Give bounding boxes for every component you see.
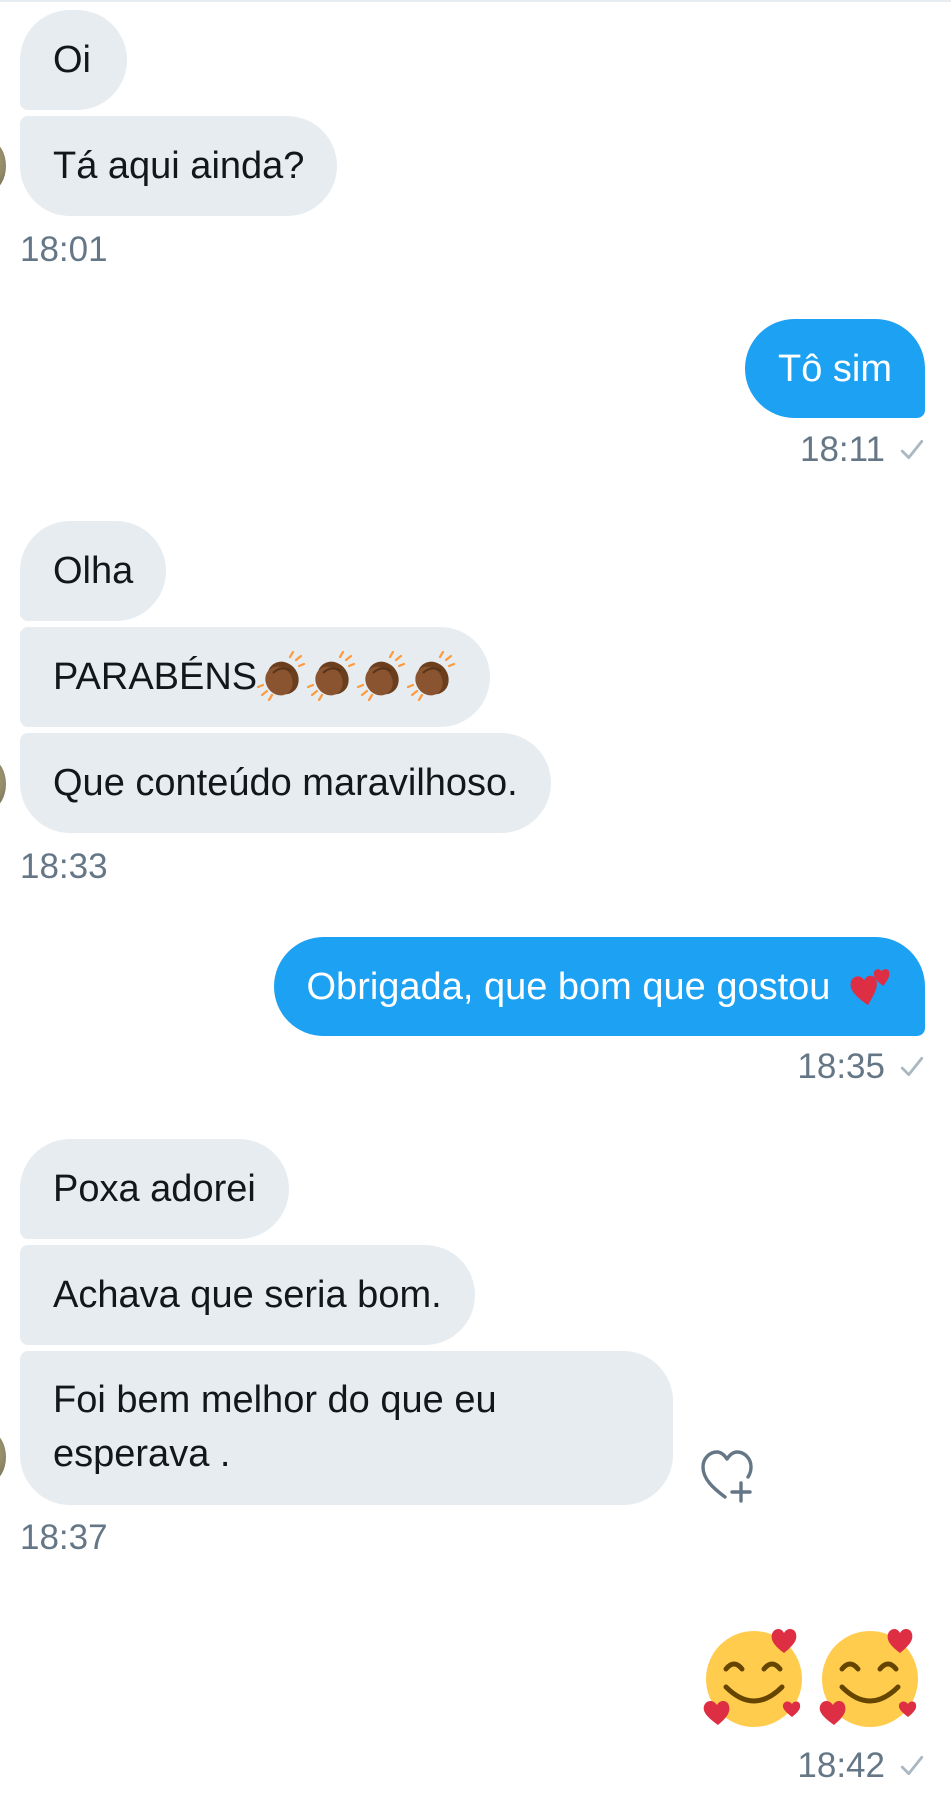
clapping-hands-emoji [357,650,406,701]
incoming-message-ta-aqui[interactable]: Tá aqui ainda? [20,116,338,216]
incoming-message-olha[interactable]: Olha [20,521,167,621]
message-text: Tá aqui ainda? [53,145,305,187]
message-text-line: Foi bem melhor do que eu [53,1379,497,1421]
two-hearts-emoji [850,969,890,1006]
avatar[interactable] [0,142,6,190]
message-text-line: esperava . [53,1433,231,1475]
message-text: Tô sim [778,348,892,390]
incoming-message-parabens[interactable]: PARABÉNS [20,627,491,727]
timestamp-row: 18:35 [797,1047,925,1087]
timestamp-row: 18:11 [800,430,925,470]
incoming-message-poxa-adorei[interactable]: Poxa adorei [20,1139,289,1239]
check-icon [900,1755,924,1775]
message-text: Oi [53,39,91,81]
timestamp: 18:33 [20,847,108,886]
heart-plus-icon[interactable] [699,1447,757,1503]
incoming-message-achava[interactable]: Achava que seria bom. [20,1245,475,1345]
message-text: Que conteúdo maravilhoso. [53,762,518,804]
check-icon [900,1056,924,1076]
message-text: PARABÉNS [53,656,258,698]
clapping-hands-emoji [307,650,356,701]
message-text: Obrigada, que bom que gostou [306,966,831,1008]
outgoing-message-obrigada[interactable]: Obrigada, que bom que gostou [273,937,925,1036]
incoming-message-que-conteudo[interactable]: Que conteúdo maravilhoso. [20,733,551,833]
top-divider [0,0,951,2]
message-text: Achava que seria bom. [53,1274,442,1316]
incoming-message-foi-bem-melhor[interactable]: Foi bem melhor do que eu esperava . [20,1351,673,1505]
smiling-face-with-hearts-emoji[interactable] [816,1623,924,1731]
outgoing-message-to-sim[interactable]: Tô sim [745,319,925,418]
smiling-face-with-hearts-emoji[interactable] [700,1623,808,1731]
check-icon [900,439,924,459]
timestamp: 18:37 [20,1518,108,1557]
timestamp: 18:42 [797,1746,885,1785]
clapping-hands-emoji [257,650,306,701]
timestamp: 18:11 [800,430,885,469]
message-text: Poxa adorei [53,1168,256,1210]
avatar[interactable] [0,760,6,808]
avatar[interactable] [0,1433,6,1481]
timestamp: 18:35 [797,1047,885,1086]
incoming-message-oi[interactable]: Oi [20,10,127,110]
timestamp-row: 18:42 [797,1746,925,1786]
message-text: Olha [53,550,134,592]
clapping-hands-emoji [407,650,456,701]
timestamp: 18:01 [20,230,108,269]
